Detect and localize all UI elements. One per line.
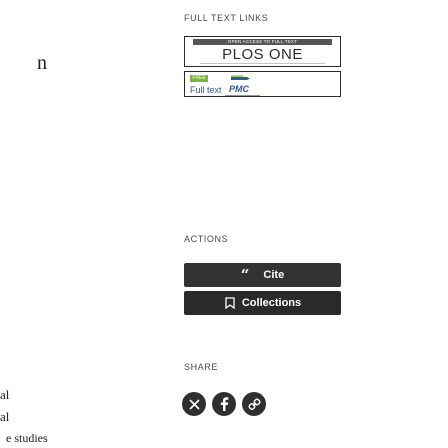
free-badge: FREE bbox=[190, 75, 208, 82]
full-text-label: Full text bbox=[190, 85, 222, 95]
actions-heading: ACTIONS bbox=[184, 234, 229, 244]
share-buttons bbox=[182, 392, 266, 416]
pmc-underline bbox=[225, 95, 260, 96]
facebook-icon[interactable] bbox=[212, 392, 236, 416]
full-text-links-heading: FULL TEXT LINKS bbox=[184, 13, 269, 23]
quote-icon: “ bbox=[240, 265, 250, 284]
pmc-logo-text: PMC bbox=[229, 84, 249, 94]
left-column-fragment: n bbox=[37, 52, 47, 74]
pmc-arrow-icon bbox=[231, 75, 250, 80]
link-icon[interactable] bbox=[242, 392, 266, 416]
plos-open-access-banner: OPEN ACCESS TO FULL TEXT bbox=[193, 39, 332, 45]
cite-button[interactable]: “ Cite bbox=[184, 263, 341, 287]
collections-button[interactable]: Collections bbox=[184, 291, 341, 315]
left-column-fragment: al bbox=[0, 409, 10, 424]
bookmark-icon bbox=[225, 297, 235, 309]
cite-button-label: Cite bbox=[263, 269, 285, 281]
collections-button-label: Collections bbox=[241, 297, 302, 309]
pmc-full-text-link[interactable]: FREE Full text PMC bbox=[184, 71, 341, 97]
share-heading: SHARE bbox=[184, 362, 219, 372]
left-column-fragment: e studies bbox=[6, 431, 48, 445]
left-column-fragment: al bbox=[0, 387, 10, 402]
twitter-icon[interactable] bbox=[182, 392, 206, 416]
plos-underline bbox=[200, 62, 325, 64]
plos-one-logo-text: PLOS ONE bbox=[222, 46, 303, 63]
plos-one-link[interactable]: OPEN ACCESS TO FULL TEXT PLOS ONE bbox=[184, 36, 341, 67]
